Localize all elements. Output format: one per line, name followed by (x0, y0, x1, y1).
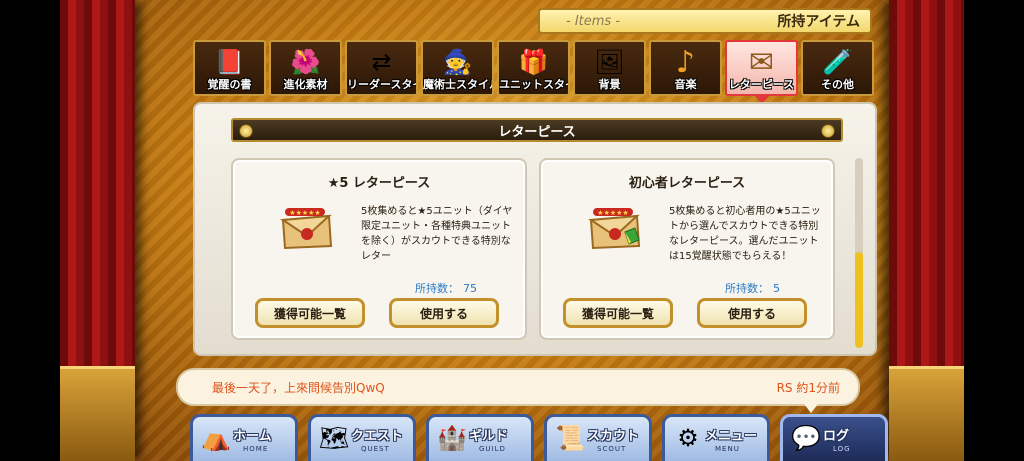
landscape-icon: 🖼 (594, 48, 625, 76)
swap-icon: ⇄ (371, 48, 392, 76)
nav-quest-button[interactable]: 🗺 クエスト QUEST (308, 414, 416, 461)
tab-label: レターピース (728, 78, 795, 91)
tab-wizard-style[interactable]: 🧙 魔術士スタイル (421, 40, 494, 96)
owned-count-value: 75 (463, 282, 477, 295)
letter-envelope-icon: ★★★★★ (280, 208, 333, 250)
nav-sublabel: QUEST (361, 445, 390, 453)
nav-label: スカウト (587, 429, 640, 444)
tab-letter-piece[interactable]: ✉ レターピース (725, 40, 798, 96)
owned-count-value: 5 (773, 282, 780, 295)
tab-other[interactable]: 🧪 その他 (801, 40, 874, 96)
map-icon: 🗺 (318, 424, 350, 452)
nav-log-button[interactable]: 💬 ログ LOG (780, 414, 888, 461)
owned-count: 所持数： 5 (725, 280, 780, 296)
tab-awakening-book[interactable]: 📕 覚醒の書 (193, 40, 266, 96)
castle-icon: 🏰 (437, 424, 467, 452)
svg-text:★★★★★: ★★★★★ (597, 209, 628, 217)
section-title-banner: レターピース (231, 118, 843, 142)
item-category-tabs: 📕 覚醒の書 🌺 進化素材 ⇄ リーダースタイル 🧙 魔術士スタイル 🎁 ユニッ… (193, 40, 874, 96)
chat-meta: RS 約1分前 (776, 380, 840, 395)
obtainable-list-button[interactable]: 獲得可能一覧 (563, 298, 673, 328)
stage-background: - Items - 所持アイテム 📕 覚醒の書 🌺 進化素材 ⇄ リーダースタイ… (0, 0, 1024, 461)
section-title: レターピース (498, 124, 576, 140)
nav-label: クエスト (351, 429, 404, 444)
tent-icon: ⛺ (201, 424, 231, 452)
nav-label: ホーム (233, 429, 272, 444)
tab-label: ユニットスタイル (499, 78, 568, 91)
tab-label: その他 (821, 78, 854, 91)
item-card-star5-letter: ★5 レターピース ★★★★★ 5枚集めると★5ユニット（ダイヤ限定ユニット・各… (231, 158, 527, 340)
letter-icon: ✉ (748, 44, 775, 80)
chat-bubble-icon: 💬 (791, 424, 821, 452)
header-subtitle: - Items - (566, 13, 621, 29)
owned-count: 所持数： 75 (415, 280, 477, 296)
owned-count-label: 所持数： (725, 282, 769, 295)
nav-sublabel: LOG (833, 445, 851, 453)
gift-icon: 🎁 (518, 48, 549, 76)
beginner-letter-envelope-icon: ★★★★★ (588, 208, 641, 250)
tab-label: 覚醒の書 (207, 78, 252, 91)
nav-scout-button[interactable]: 📜 スカウト SCOUT (544, 414, 652, 461)
bottom-navigation: ⛺ ホーム HOME 🗺 クエスト QUEST 🏰 ギルド GUILD 📜 スカ… (190, 414, 888, 461)
tab-label: 音楽 (674, 78, 697, 91)
tab-label: リーダースタイル (347, 78, 416, 91)
chat-message: 最後一天了，上來問候告別QwQ (212, 380, 385, 395)
tab-music[interactable]: ♪ 音楽 (649, 40, 722, 96)
banner-ornament-icon (821, 124, 835, 138)
gear-icon: ⚙ (677, 424, 699, 452)
tab-label: 背景 (598, 78, 621, 91)
item-description: 5枚集めると初心者用の★5ユニットから選んでスカウトできる特別なレターピース。選… (669, 206, 821, 262)
scout-board-icon: 📜 (555, 424, 585, 452)
tab-background[interactable]: 🖼 背景 (573, 40, 646, 96)
use-button[interactable]: 使用する (389, 298, 499, 328)
banner-ornament-icon (239, 124, 253, 138)
item-title: ★5 レターピース (327, 176, 431, 191)
tab-leader-style[interactable]: ⇄ リーダースタイル (345, 40, 418, 96)
nav-menu-button[interactable]: ⚙ メニュー MENU (662, 414, 770, 461)
owned-count-label: 所持数： (415, 282, 459, 295)
wizard-icon: 🧙 (442, 48, 473, 76)
flower-icon: 🌺 (290, 48, 321, 76)
chat-log-bar[interactable]: 最後一天了，上來問候告別QwQ RS 約1分前 (176, 368, 860, 413)
nav-home-button[interactable]: ⛺ ホーム HOME (190, 414, 298, 461)
item-card-beginner-letter: 初心者レターピース ★★★★★ 5枚集めると初心者用の★5ユニットから選んでスカ… (539, 158, 835, 340)
obtainable-list-button[interactable]: 獲得可能一覧 (255, 298, 365, 328)
music-note-icon: ♪ (675, 44, 696, 80)
nav-sublabel: HOME (243, 445, 269, 453)
item-title: 初心者レターピース (628, 176, 746, 191)
item-description: 5枚集めると★5ユニット（ダイヤ限定ユニット・各種特典ユニットを除く）がスカウト… (361, 206, 513, 262)
tab-label: 魔術士スタイル (423, 78, 492, 91)
scrollbar-thumb[interactable] (855, 252, 863, 348)
nav-label: ログ (823, 429, 850, 444)
nav-guild-button[interactable]: 🏰 ギルド GUILD (426, 414, 534, 461)
nav-label: メニュー (705, 429, 758, 444)
book-icon: 📕 (214, 48, 245, 76)
nav-sublabel: SCOUT (597, 445, 627, 453)
panel-scrollbar[interactable] (855, 158, 863, 348)
tab-unit-style[interactable]: 🎁 ユニットスタイル (497, 40, 570, 96)
nav-sublabel: MENU (715, 445, 740, 453)
svg-text:★★★★★: ★★★★★ (289, 209, 320, 217)
letterbox-right (964, 0, 1024, 461)
nav-sublabel: GUILD (479, 445, 506, 453)
items-header: - Items - 所持アイテム (538, 8, 872, 34)
letterbox-left (0, 0, 60, 461)
misc-items-icon: 🧪 (822, 48, 853, 76)
tab-evolution-material[interactable]: 🌺 進化素材 (269, 40, 342, 96)
curtain-base-right (889, 366, 964, 461)
letter-piece-panel: レターピース ★5 レターピース ★★★★★ 5枚集めると★5ユニット（ダイヤ限… (193, 102, 877, 356)
nav-label: ギルド (469, 429, 509, 444)
page-title: 所持アイテム (777, 14, 860, 30)
use-button[interactable]: 使用する (697, 298, 807, 328)
tab-label: 進化素材 (283, 78, 328, 91)
curtain-base-left (60, 366, 135, 461)
